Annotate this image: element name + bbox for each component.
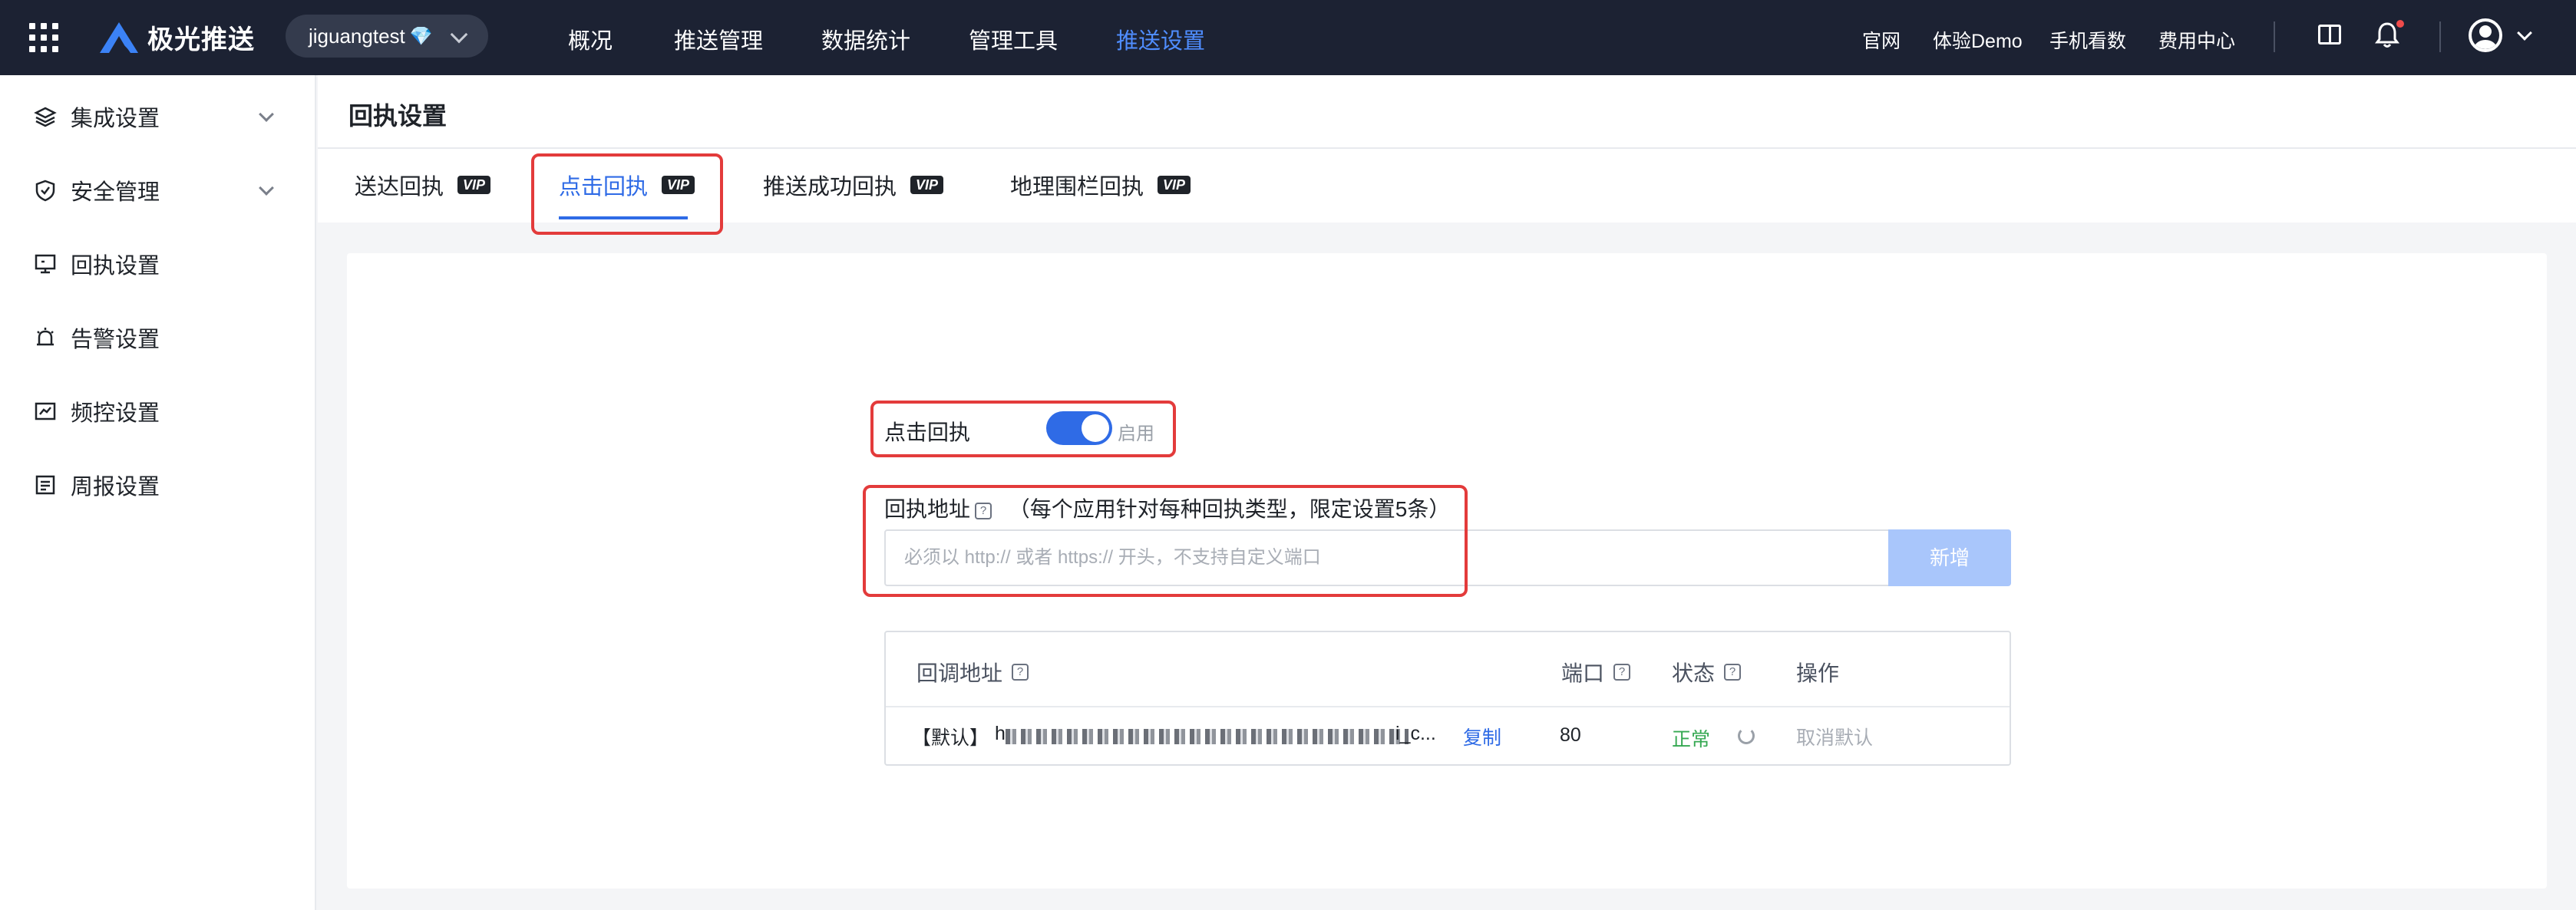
help-icon[interactable]: ? [1724, 664, 1742, 681]
sidebar-item-label: 告警设置 [71, 328, 160, 352]
highlight-tab-box [531, 153, 723, 235]
link-demo[interactable]: 体验Demo [1933, 26, 2023, 54]
add-button[interactable]: 新增 [1888, 529, 2011, 586]
app-name: jiguangtest [309, 24, 405, 48]
header-divider [2274, 21, 2275, 52]
url-end: i_c... [1395, 723, 1436, 744]
layers-icon [34, 107, 57, 127]
user-avatar-icon[interactable] [2469, 18, 2502, 52]
sidebar: 集成设置 安全管理 回执设置 告警设置 频控设置 周报设置 [0, 75, 316, 910]
nav-management-tools[interactable]: 管理工具 [969, 23, 1058, 55]
link-official-site[interactable]: 官网 [1862, 26, 1901, 54]
app-selector[interactable]: jiguangtest 💎 [286, 15, 488, 58]
bell-icon[interactable] [2375, 21, 2399, 49]
sidebar-item-alarm[interactable]: 告警设置 [34, 322, 160, 353]
highlight-address-box [863, 485, 1468, 597]
nav-overview[interactable]: 概况 [568, 23, 613, 55]
vip-badge: VIP [910, 176, 944, 194]
notification-dot [2396, 20, 2404, 28]
tab-push-success-receipt[interactable]: 推送成功回执 VIP [763, 169, 944, 201]
port-value: 80 [1560, 724, 1581, 746]
help-icon[interactable]: ? [1012, 664, 1029, 681]
table-header: 回调地址? 端口? 状态? 操作 [886, 632, 2010, 707]
page-header: 回执设置 [318, 75, 2576, 149]
alarm-icon [37, 328, 54, 346]
refresh-icon[interactable] [1738, 727, 1755, 744]
sidebar-item-label: 频控设置 [71, 401, 160, 426]
tab-geofence-receipt[interactable]: 地理围栏回执 VIP [1010, 169, 1191, 201]
nav-push-settings[interactable]: 推送设置 [1116, 23, 1205, 55]
brand-name: 极光推送 [147, 25, 255, 54]
sidebar-item-weekly-report[interactable]: 周报设置 [34, 470, 160, 500]
chevron-down-icon[interactable] [259, 107, 274, 122]
highlight-toggle-box [870, 401, 1176, 457]
chevron-down-icon[interactable] [2517, 25, 2532, 41]
page-title: 回执设置 [348, 102, 447, 130]
help-icon[interactable]: ? [1613, 664, 1631, 681]
chevron-down-icon [450, 25, 468, 44]
masked-url [1006, 729, 1409, 744]
sidebar-item-label: 回执设置 [71, 254, 160, 279]
aurora-logo-icon [100, 22, 138, 53]
column-callback-url: 回调地址? [916, 657, 1029, 687]
status-badge: 正常 [1672, 729, 1711, 750]
apps-grid-icon[interactable] [29, 23, 58, 52]
nav-push-management[interactable]: 推送管理 [674, 23, 763, 55]
shield-icon [35, 180, 55, 202]
sidebar-item-label: 周报设置 [71, 475, 160, 500]
nav-data-statistics[interactable]: 数据统计 [821, 23, 910, 55]
sidebar-item-label: 安全管理 [71, 180, 160, 205]
column-status: 状态? [1672, 657, 1742, 687]
sidebar-item-security[interactable]: 安全管理 [34, 175, 160, 206]
header-divider [2439, 21, 2441, 52]
gem-icon: 💎 [409, 25, 433, 47]
sidebar-item-frequency[interactable]: 频控设置 [34, 396, 160, 427]
tab-label: 推送成功回执 [763, 175, 897, 199]
column-actions: 操作 [1796, 661, 1840, 685]
column-port: 端口? [1561, 657, 1631, 687]
url-start: h [995, 723, 1006, 744]
link-billing[interactable]: 费用中心 [2158, 26, 2235, 54]
top-navbar: 极光推送 jiguangtest 💎 概况 推送管理 数据统计 管理工具 推送设… [0, 0, 2576, 75]
vip-badge: VIP [1158, 176, 1191, 194]
report-icon [35, 475, 55, 495]
brand-logo[interactable]: 极光推送 [97, 17, 255, 57]
cancel-default-action[interactable]: 取消默认 [1796, 723, 1873, 750]
sidebar-item-integration[interactable]: 集成设置 [34, 101, 160, 132]
default-tag: 【默认】 [912, 727, 989, 749]
chevron-down-icon[interactable] [259, 180, 274, 196]
tab-label: 地理围栏回执 [1010, 175, 1144, 199]
copy-link[interactable]: 复制 [1463, 723, 1501, 750]
monitor-icon [35, 254, 56, 274]
link-mobile-view[interactable]: 手机看数 [2049, 26, 2126, 54]
vip-badge: VIP [457, 176, 491, 194]
chart-box-icon [35, 402, 56, 420]
sidebar-item-receipt-settings[interactable]: 回执设置 [34, 249, 160, 279]
tab-delivery-receipt[interactable]: 送达回执 VIP [355, 169, 491, 201]
sidebar-item-label: 集成设置 [71, 107, 160, 131]
tab-label: 送达回执 [355, 175, 444, 199]
docs-book-icon[interactable] [2318, 25, 2341, 45]
